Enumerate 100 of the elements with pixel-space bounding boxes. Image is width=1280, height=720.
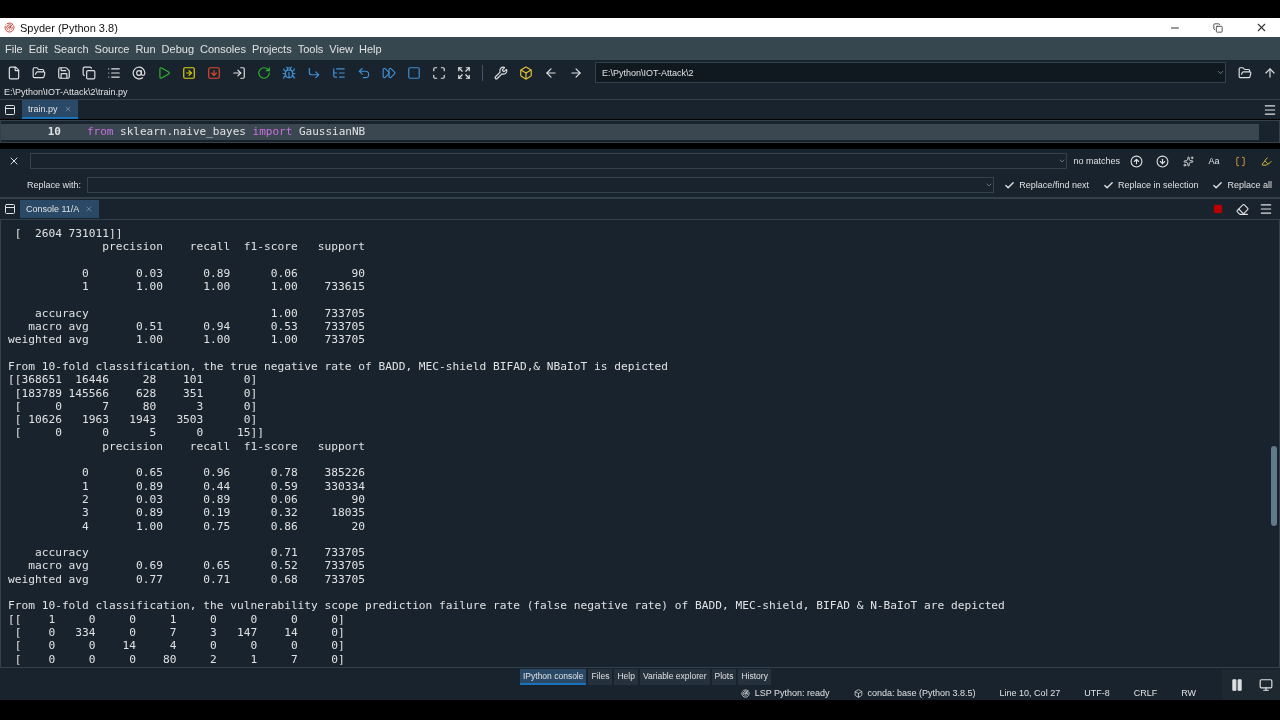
console-output-line: macro avg 0.51 0.94 0.53 733705 — [27, 320, 366, 334]
console-output-line: [ 0 7 80 3 0] — [13, 399, 259, 414]
menu-item[interactable]: File — [2, 42, 26, 55]
pane-tab[interactable]: IPython console — [520, 669, 587, 685]
console-output-line: weighted avg 1.00 1.00 1.00 733705 — [8, 333, 366, 347]
status-text: RW — [1181, 688, 1196, 698]
window-icon — [4, 103, 16, 116]
menu-icon — [1259, 202, 1273, 216]
editor-tab[interactable]: train.py — [22, 100, 78, 119]
run-cell-icon — [182, 65, 196, 80]
fullscreen-icon — [457, 65, 471, 80]
arrow-down-icon — [1155, 154, 1169, 168]
console-output-line: 2 0.03 0.89 0.06 90 — [81, 492, 366, 507]
replace-field[interactable] — [87, 177, 995, 193]
wrench-icon — [494, 65, 508, 80]
folder-icon — [1238, 65, 1252, 80]
console-output-line: [ 0 0 5 0 15]] — [13, 426, 265, 440]
run-icon — [157, 65, 171, 80]
save-icon — [57, 65, 71, 80]
console-output-line: precision recall f1-score support — [101, 439, 366, 454]
open-folder-icon — [32, 65, 46, 80]
restore-icon — [1213, 22, 1223, 33]
pane-tab[interactable]: Help — [614, 669, 638, 685]
arrow-right-icon — [569, 65, 583, 80]
console-output-line: macro avg 0.69 0.65 0.52 733705 — [27, 559, 366, 573]
run-cell-advance-icon — [207, 65, 221, 80]
console-output-line: [ 0 0 0 80 2 1 7 0] — [13, 652, 346, 666]
line-number: 10 — [46, 125, 62, 138]
continue-icon — [382, 65, 396, 80]
replace-button[interactable]: Replace all — [1208, 179, 1276, 191]
console-output-line: 1 1.00 1.00 1.00 733615 — [81, 280, 366, 294]
console-output-line: [[368651 16446 28 101 0] — [8, 373, 259, 387]
pane-tab[interactable]: Variable explorer — [639, 669, 710, 685]
conda-icon — [853, 688, 863, 698]
console-output-line: [ 0 334 0 7 3 147 14 0] — [13, 625, 346, 640]
menu-item[interactable]: Source — [91, 42, 133, 55]
step-return-icon — [357, 65, 371, 80]
code-line: from sklearn.naive_bayes import GaussianNB — [87, 125, 366, 138]
menu-item[interactable]: Tools — [294, 42, 327, 55]
window-title: Spyder (Python 3.8) — [20, 21, 119, 34]
new-file-icon — [7, 65, 21, 80]
console-output-line: [ 0 0 14 4 0 0 0 0] — [13, 639, 346, 653]
console-output-line: accuracy 0.71 733705 — [33, 546, 366, 560]
console-output-line: precision recall f1-score support — [101, 240, 366, 254]
stop-icon — [407, 65, 421, 80]
console-output-line: 1 0.89 0.44 0.59 330334 — [81, 479, 366, 493]
scrollbar-thumb[interactable] — [1271, 446, 1277, 526]
case-sensitive-button[interactable]: Aa — [1204, 151, 1224, 171]
check-icon — [1004, 179, 1016, 191]
code-editor[interactable]: 10 from sklearn.naive_bayes import GaussianNB — [0, 120, 1280, 143]
sparkle-icon — [1182, 155, 1194, 167]
dropdown-icon — [1216, 68, 1225, 77]
pane-tab[interactable]: Plots — [711, 669, 737, 685]
step-icon — [307, 65, 321, 80]
menu-item[interactable]: Edit — [25, 42, 51, 55]
brackets-icon — [1234, 155, 1246, 167]
replace-label: Replace with: — [26, 180, 82, 190]
status-text: UTF-8 — [1084, 688, 1110, 698]
replace-button[interactable]: Replace/find next — [1000, 179, 1093, 191]
arrow-up-icon — [1263, 65, 1277, 80]
console-output-line: [[ 1 0 0 1 0 0 0 0] — [8, 612, 346, 626]
menu-item[interactable]: Projects — [248, 42, 295, 55]
console-output-line: From 10-fold classification, the vulnerability scope prediction failure rate (false negative rate) of BADD, MEC-shield, BIFAD & N-BaIoT are depicted — [8, 599, 1006, 613]
menu-item[interactable]: Consoles — [197, 42, 249, 55]
working-directory-field[interactable]: E:\Python\IOT-Attack\2 — [595, 62, 1226, 83]
console-output-line: weighted avg 0.77 0.71 0.68 733705 — [8, 572, 366, 586]
lsp-status-icon — [740, 688, 750, 698]
menu-item[interactable]: Run — [132, 42, 159, 55]
pane-tab[interactable]: History — [738, 669, 771, 685]
window-icon — [4, 203, 16, 215]
check-icon — [1212, 179, 1224, 191]
dropdown-icon — [985, 181, 994, 189]
search-field[interactable] — [30, 153, 1068, 169]
menu-icon — [1263, 102, 1277, 117]
status-text: LSP Python: ready — [754, 688, 830, 698]
maximize-pane-icon — [432, 65, 446, 80]
close-icon — [63, 104, 72, 113]
console-output-line: [183789 145566 628 351 0] — [13, 386, 259, 400]
arrow-left-icon — [544, 65, 558, 80]
eraser-icon — [1235, 202, 1249, 216]
menu-item[interactable]: Help — [356, 42, 385, 55]
close-icon — [85, 205, 94, 213]
menu-item[interactable]: Debug — [158, 42, 198, 55]
step-into-icon — [332, 65, 346, 80]
pane-tab[interactable]: Files — [588, 669, 613, 685]
menu-item[interactable]: Search — [50, 42, 92, 55]
console-output-line: [ 10626 1963 1943 3503 0] — [13, 413, 259, 427]
at-sign-icon — [132, 65, 146, 80]
stop-icon — [1213, 204, 1223, 214]
screen-icon — [1258, 678, 1273, 692]
status-text: conda: base (Python 3.8.5) — [867, 688, 976, 698]
console-output-line: 0 0.03 0.89 0.06 90 — [81, 266, 366, 281]
pause-icon — [1229, 678, 1244, 692]
console-tab[interactable]: Console 11/A — [20, 200, 100, 218]
arrow-up-icon — [1129, 154, 1143, 168]
console-output-line: [ 2604 731011]] — [13, 227, 124, 241]
status-text: CRLF — [1133, 688, 1158, 698]
menu-item[interactable]: View — [326, 42, 356, 55]
replace-button[interactable]: Replace in selection — [1098, 179, 1203, 191]
file-path: E:\Python\IOT-Attack\2\train.py — [4, 87, 128, 97]
